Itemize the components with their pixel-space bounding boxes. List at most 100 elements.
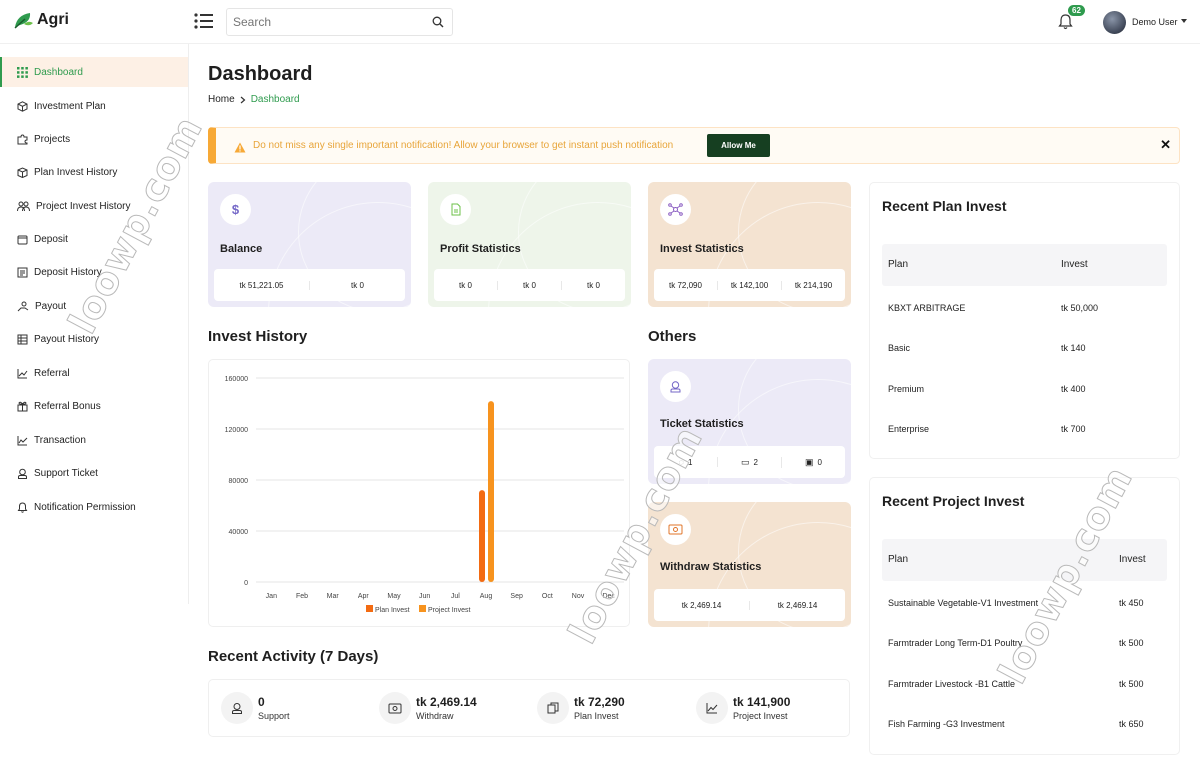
balance-title: Balance (220, 243, 263, 255)
sidebar-item-label: Transaction (34, 434, 86, 446)
x-tick-label: Feb (296, 593, 308, 600)
sidebar-item-label: Project Invest History (36, 200, 131, 212)
recent-activity-panel: 0 Support tk 2,469.14 Withdraw tk 72,290 Pl… (208, 679, 850, 737)
x-tick-label: Dec (602, 593, 615, 600)
sidebar-item-support-ticket[interactable]: Support Ticket (0, 458, 188, 488)
x-tick-label: Jul (451, 593, 460, 600)
chevron-right-icon (240, 96, 246, 103)
sidebar-item-payout[interactable]: Payout (0, 291, 188, 321)
avatar[interactable] (1103, 11, 1126, 34)
breadcrumb-home[interactable]: Home (208, 94, 235, 105)
table-row: Basic tk 140 (882, 330, 1167, 370)
activity-project-invest: tk 141,900 Project Invest (696, 692, 790, 724)
profit-stats: tk 0 tk 0 tk 0 (434, 269, 625, 301)
sidebar-item-dashboard[interactable]: Dashboard (0, 57, 188, 87)
sidebar-item-payout-history[interactable]: Payout History (0, 324, 188, 354)
cash-icon (660, 514, 691, 545)
sidebar-item-transaction[interactable]: Transaction (0, 425, 188, 455)
plan-name: Basic (888, 343, 911, 353)
plan-name: Premium (888, 384, 925, 394)
notification-count-badge: 62 (1068, 5, 1085, 16)
menu-toggle-icon[interactable] (194, 12, 216, 32)
sidebar-item-project-invest-history[interactable]: Project Invest History (0, 191, 188, 221)
sidebar-item-label: Referral (34, 367, 70, 379)
warning-icon (234, 140, 246, 158)
invest-value: tk 142,100 (718, 280, 782, 290)
activity-withdraw: tk 2,469.14 Withdraw (379, 692, 477, 724)
withdraw-value: tk 2,469.14 (777, 600, 818, 610)
activity-value: tk 141,900 (733, 694, 791, 709)
sidebar-item-referral[interactable]: Referral (0, 358, 188, 388)
push-notification-alert: Do not miss any single important notific… (208, 127, 1180, 164)
plan-amount: tk 700 (1061, 424, 1086, 434)
project-name: Farmtrader Livestock -B1 Cattle (888, 679, 1016, 689)
bar-chart: 160000 120000 80000 40000 0 Jan Feb Mar Apr May Ju… (225, 376, 624, 614)
search-icon[interactable] (432, 15, 444, 33)
sidebar-item-plan-invest-history[interactable]: Plan Invest History (0, 157, 188, 187)
sidebar-item-label: Notification Permission (34, 501, 136, 513)
ticket-closed: ▣ 0 (782, 457, 845, 468)
sidebar-item-deposit-history[interactable]: Deposit History (0, 257, 188, 287)
ticket-card: Ticket Statistics ◌ 1 ▭ 2 ▣ 0 (648, 359, 851, 484)
document-icon (440, 194, 471, 225)
column-header-invest: Invest (1061, 259, 1088, 270)
x-tick-label: Jun (419, 593, 430, 600)
activity-value: tk 72,290 (574, 694, 625, 709)
table-row: Premium tk 400 (882, 371, 1167, 411)
close-icon[interactable]: ✕ (1160, 138, 1171, 151)
notice-text: Do not miss any single important notific… (253, 140, 674, 151)
support-icon (18, 468, 27, 479)
y-tick-label: 40000 (229, 529, 249, 536)
project-name: Fish Farming -G3 Investment (888, 719, 1005, 729)
others-title: Others (648, 328, 697, 345)
box-icon (17, 166, 28, 178)
puzzle-icon (17, 133, 28, 144)
copy-icon (537, 692, 569, 724)
profit-value: tk 0 (498, 280, 562, 290)
sidebar-item-label: Deposit (34, 233, 68, 245)
sidebar-item-referral-bonus[interactable]: Referral Bonus (0, 391, 188, 421)
activity-support: 0 Support (221, 692, 290, 724)
x-tick-label: Jan (266, 593, 277, 600)
ticket-closed-count: 0 (817, 457, 822, 467)
project-amount: tk 500 (1119, 679, 1144, 689)
table-header: Plan Invest (882, 244, 1167, 286)
chevron-down-icon[interactable] (1181, 19, 1187, 23)
activity-label: Withdraw (416, 710, 454, 721)
logo[interactable]: Agri (13, 10, 69, 30)
sidebar-item-notification-permission[interactable]: Notification Permission (0, 492, 188, 522)
table-header: Plan Invest (882, 539, 1167, 581)
project-amount: tk 450 (1119, 598, 1144, 608)
plan-amount: tk 140 (1061, 343, 1086, 353)
sidebar-item-investment-plan[interactable]: Investment Plan (0, 91, 188, 121)
sidebar-item-projects[interactable]: Projects (0, 124, 188, 154)
sidebar-item-label: Deposit History (34, 266, 102, 278)
book-icon: ▭ (741, 456, 750, 467)
y-tick-label: 0 (244, 580, 248, 587)
column-header-invest: Invest (1119, 554, 1146, 565)
ticket-stats: ◌ 1 ▭ 2 ▣ 0 (654, 446, 845, 478)
invest-value: tk 72,090 (654, 280, 718, 290)
invest-history-title: Invest History (208, 328, 308, 345)
sidebar-item-label: Investment Plan (34, 100, 106, 112)
trend-icon (17, 435, 28, 445)
activity-value: 0 (258, 694, 265, 709)
notification-bell-icon[interactable] (1058, 13, 1073, 35)
search-input[interactable] (227, 9, 417, 35)
breadcrumb: Home Dashboard (208, 94, 300, 105)
plan-amount: tk 50,000 (1061, 303, 1099, 313)
cash-icon (379, 692, 411, 724)
sidebar-item-deposit[interactable]: Deposit (0, 224, 188, 254)
ticket-title: Ticket Statistics (660, 418, 744, 430)
allow-me-button[interactable]: Allow Me (707, 134, 770, 157)
withdraw-stats: tk 2,469.14 tk 2,469.14 (654, 589, 845, 621)
gift-icon (17, 401, 28, 411)
withdraw-value: tk 2,469.14 (654, 600, 750, 610)
user-name[interactable]: Demo User (1132, 17, 1178, 27)
leaf-logo-icon (14, 13, 33, 29)
legend-swatch (366, 605, 373, 612)
balance-main: tk 51,221.05 (214, 280, 310, 290)
x-tick-label: Aug (480, 593, 493, 600)
profit-title: Profit Statistics (440, 243, 521, 255)
legend-label: Project Invest (428, 607, 470, 614)
